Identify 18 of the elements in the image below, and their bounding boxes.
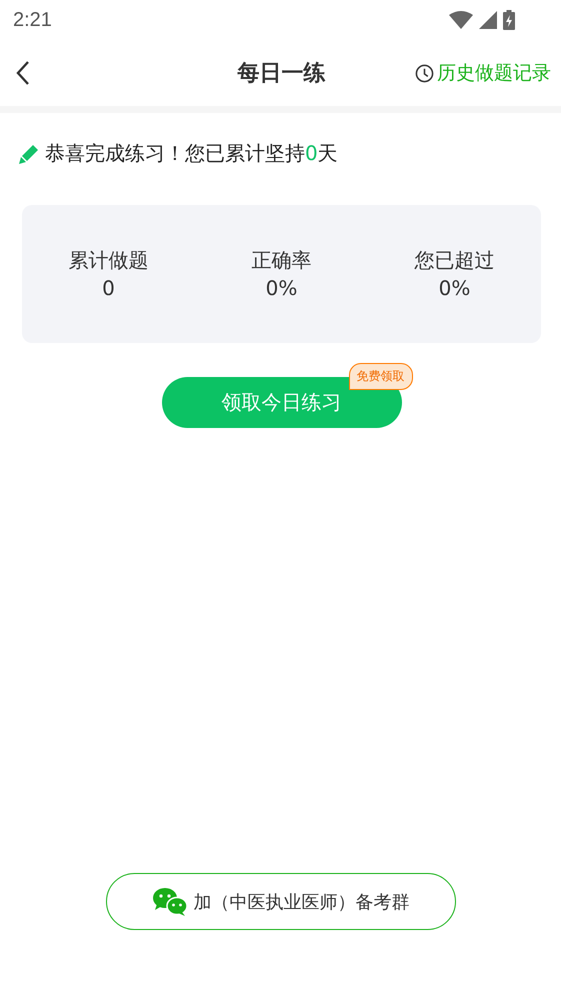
stat-label: 您已超过 <box>414 248 494 272</box>
stat-value: 0 <box>102 276 115 300</box>
stat-label: 累计做题 <box>68 248 148 272</box>
chat-bubbles-icon <box>152 886 188 916</box>
wifi-icon <box>449 11 473 29</box>
stat-value: 0% <box>266 276 298 300</box>
battery-icon <box>503 10 515 30</box>
history-link[interactable]: 历史做题记录 <box>415 60 551 86</box>
signal-icon <box>479 11 497 29</box>
join-group-button[interactable]: 加（中医执业医师）备考群 <box>106 873 456 930</box>
status-time: 2:21 <box>13 8 52 32</box>
pencil-icon <box>19 144 39 164</box>
free-badge: 免费领取 <box>348 363 412 390</box>
clock-icon <box>415 64 434 82</box>
stat-label: 正确率 <box>252 248 312 272</box>
stat-value: 0% <box>438 276 470 300</box>
completion-message: 恭喜完成练习！您已累计坚持0天 <box>45 140 338 167</box>
page-title: 每日一练 <box>238 60 326 88</box>
